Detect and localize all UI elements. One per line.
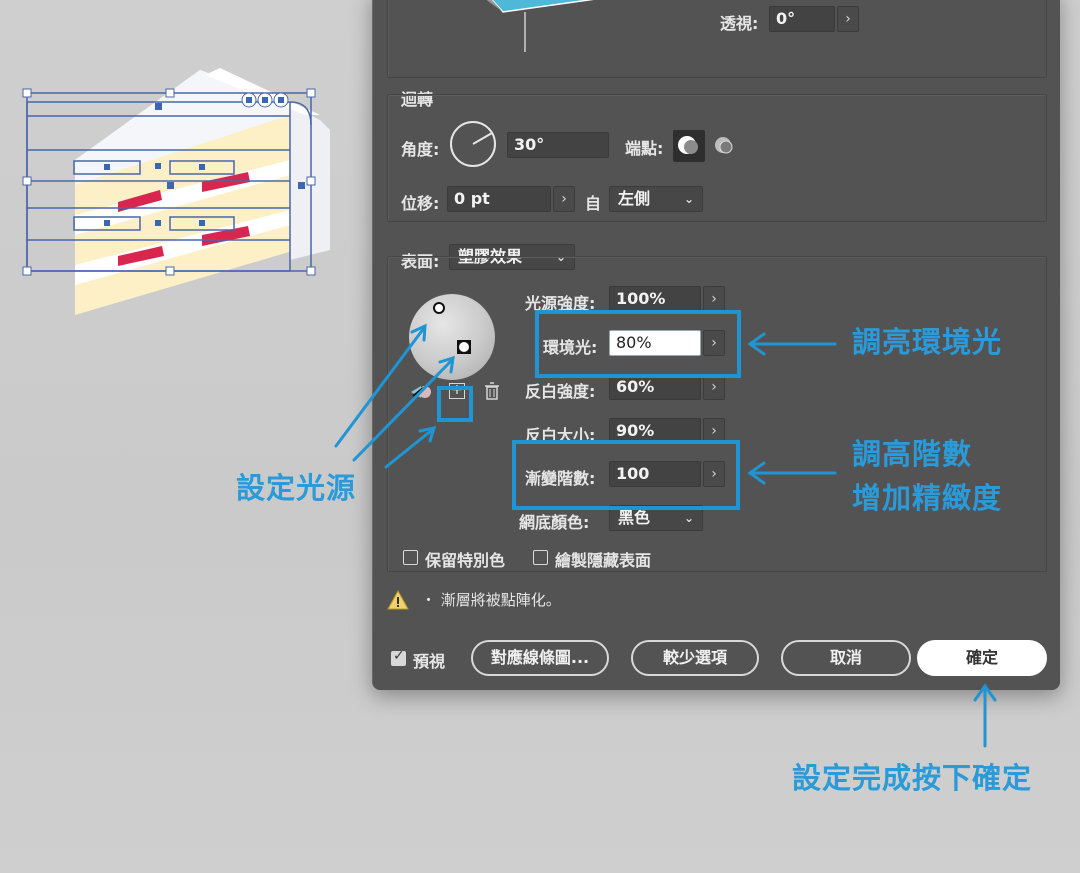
offset-field[interactable]: 0 pt xyxy=(447,186,551,212)
new-light-highlight-box xyxy=(437,386,473,422)
preserve-spot-colors-checkbox[interactable] xyxy=(403,550,418,565)
move-light-back-icon[interactable] xyxy=(409,382,435,402)
chevron-down-icon: ⌄ xyxy=(683,192,694,206)
fewer-options-button[interactable]: 較少選項 xyxy=(631,640,759,676)
light-intensity-field[interactable]: 100% xyxy=(609,286,701,312)
from-select[interactable]: 左側 ⌄ xyxy=(609,186,703,212)
light-source-handle[interactable] xyxy=(433,302,445,314)
chevron-right-icon: › xyxy=(711,379,717,395)
blend-steps-highlight-box xyxy=(512,440,740,510)
angle-dial-icon[interactable] xyxy=(449,120,497,168)
ok-button[interactable]: 確定 xyxy=(917,640,1047,676)
trash-icon[interactable] xyxy=(483,381,501,401)
perspective-stepper[interactable]: › xyxy=(837,6,859,32)
3d-preview-cube[interactable] xyxy=(473,0,633,60)
angle-label: 角度: xyxy=(401,140,440,159)
shading-color-label: 網底顏色: xyxy=(519,513,590,532)
shading-color-value: 黑色 xyxy=(618,508,651,527)
cap-off-button[interactable] xyxy=(709,130,741,162)
preview-label: 預視 xyxy=(413,652,446,671)
annotation-steps-line1: 調高階數 xyxy=(852,437,973,471)
cap-on-button[interactable] xyxy=(673,130,705,162)
chevron-right-icon: › xyxy=(711,291,717,307)
chevron-right-icon: › xyxy=(711,423,717,439)
cap-label: 端點: xyxy=(625,139,664,158)
perspective-field[interactable]: 0° xyxy=(769,6,835,32)
light-sphere[interactable] xyxy=(409,294,495,380)
offset-label: 位移: xyxy=(401,194,440,213)
angle-field[interactable]: 30° xyxy=(507,132,609,158)
cancel-button[interactable]: 取消 xyxy=(781,640,911,676)
highlight-intensity-label: 反白強度: xyxy=(525,382,596,401)
draw-hidden-faces-label: 繪製隱藏表面 xyxy=(555,551,652,570)
chevron-right-icon: › xyxy=(561,191,567,207)
from-select-value: 左側 xyxy=(618,189,651,208)
annotation-ambient: 調亮環境光 xyxy=(852,325,1003,359)
annotation-confirm: 設定完成按下確定 xyxy=(792,761,1033,795)
rasterize-warning-text: ・ 漸層將被點陣化。 xyxy=(421,591,561,609)
from-label: 自 xyxy=(585,194,602,213)
map-art-button[interactable]: 對應線條圖... xyxy=(471,640,609,676)
preserve-spot-colors-label: 保留特別色 xyxy=(425,551,506,570)
hollow-cap-icon xyxy=(715,137,733,154)
solid-cap-icon xyxy=(678,136,698,154)
light-intensity-stepper[interactable]: › xyxy=(703,286,725,312)
offset-stepper[interactable]: › xyxy=(553,186,575,212)
warning-icon xyxy=(387,590,409,610)
ambient-light-highlight-box xyxy=(535,310,741,378)
chevron-right-icon: › xyxy=(845,11,851,27)
preview-checkbox[interactable] xyxy=(391,648,406,666)
annotation-steps-line2: 增加精緻度 xyxy=(852,481,1003,515)
cake-artwork[interactable] xyxy=(0,60,340,330)
annotation-light-source: 設定光源 xyxy=(236,471,357,505)
draw-hidden-faces-checkbox[interactable] xyxy=(533,550,548,565)
selected-light-source-handle[interactable] xyxy=(457,340,471,354)
perspective-label: 透視: xyxy=(720,14,759,33)
